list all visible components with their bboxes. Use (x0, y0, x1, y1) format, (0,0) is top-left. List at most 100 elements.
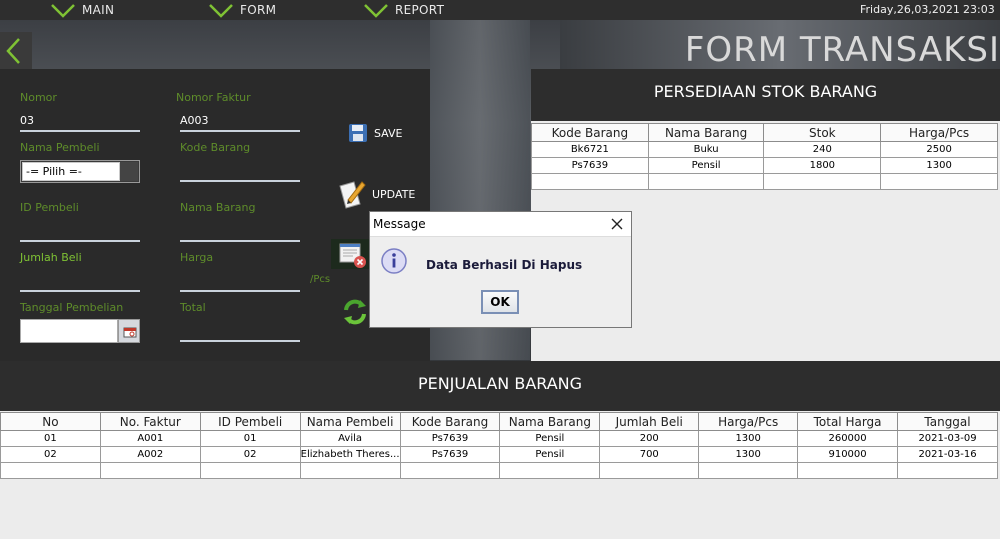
nama-pembeli-label: Nama Pembeli (20, 141, 100, 154)
top-menu-bar: MAIN FORM REPORT Friday,26,03,2021 23:03 (0, 0, 1000, 20)
table-cell (499, 462, 601, 479)
update-button[interactable]: UPDATE (336, 178, 415, 210)
close-icon[interactable] (609, 216, 625, 232)
nomor-label: Nomor (20, 91, 57, 104)
table-cell: 910000 (797, 446, 899, 463)
nama-pembeli-select[interactable]: -= Pilih =- (20, 160, 140, 183)
faktur-field[interactable]: A003 (180, 114, 209, 127)
table-cell (763, 173, 882, 190)
table-cell: Ps7639 (399, 446, 501, 463)
harga-field[interactable] (180, 290, 300, 292)
back-button[interactable] (0, 32, 32, 70)
sales-table[interactable]: No No. Faktur ID Pembeli Nama Pembeli Ko… (0, 412, 998, 479)
table-cell: Ps7639 (531, 157, 649, 174)
table-cell (299, 462, 401, 479)
table-cell: 700 (599, 446, 700, 463)
table-cell: 260000 (797, 430, 899, 447)
stock-title: PERSEDIAAN STOK BARANG (531, 69, 1000, 121)
table-row-empty[interactable] (0, 462, 998, 479)
menu-main[interactable]: MAIN (50, 0, 114, 20)
chevron-down-icon (51, 4, 75, 18)
column-header[interactable]: Kode Barang (399, 412, 501, 431)
table-cell: 1800 (763, 157, 882, 174)
column-header[interactable]: Total Harga (797, 412, 899, 431)
table-cell: 1300 (698, 446, 799, 463)
table-cell: Elizhabeth Theres... (299, 446, 401, 463)
calendar-button[interactable] (118, 319, 140, 343)
refresh-button[interactable] (340, 297, 370, 327)
table-cell: 02 (0, 446, 101, 463)
table-row[interactable]: Ps7639 Pensil 1800 1300 (531, 157, 998, 174)
chevron-down-icon (364, 4, 388, 18)
delete-button[interactable] (331, 239, 369, 271)
table-cell (880, 173, 998, 190)
message-dialog: Message Data Berhasil Di Hapus OK (369, 211, 632, 328)
total-field[interactable] (180, 340, 300, 342)
menu-main-label: MAIN (82, 3, 115, 17)
dialog-titlebar[interactable]: Message (370, 212, 631, 237)
update-label: UPDATE (372, 187, 416, 201)
column-header[interactable]: Kode Barang (531, 123, 649, 142)
menu-report-label: REPORT (395, 3, 445, 17)
nama-barang-field[interactable] (180, 240, 300, 242)
menu-form-label: FORM (240, 3, 277, 17)
save-button[interactable]: SAVE (348, 123, 402, 143)
column-header[interactable]: Nama Barang (647, 123, 765, 142)
table-cell: 1300 (698, 430, 799, 447)
column-header[interactable]: No (0, 412, 101, 431)
table-row-empty[interactable] (531, 173, 998, 190)
column-header[interactable]: Nama Barang (499, 412, 601, 431)
table-row[interactable]: 01 A001 01 Avila Ps7639 Pensil 200 1300 … (0, 430, 998, 447)
column-header[interactable]: Stok (763, 123, 882, 142)
column-header[interactable]: Tanggal (897, 412, 998, 431)
table-cell: A002 (99, 446, 201, 463)
column-header[interactable]: Harga/Pcs (880, 123, 998, 142)
pcs-suffix: /Pcs (310, 274, 331, 285)
table-cell: A001 (99, 430, 201, 447)
dropdown-arrow-icon (120, 162, 138, 181)
id-pembeli-field[interactable] (20, 240, 140, 242)
column-header[interactable]: No. Faktur (99, 412, 201, 431)
table-cell: 01 (199, 430, 301, 447)
kode-barang-label: Kode Barang (180, 141, 251, 154)
nama-barang-label: Nama Barang (180, 201, 256, 214)
column-header[interactable]: Harga/Pcs (698, 412, 799, 431)
refresh-icon (344, 299, 366, 325)
table-cell: Ps7639 (399, 430, 501, 447)
menu-report[interactable]: REPORT (363, 0, 444, 20)
column-header[interactable]: ID Pembeli (199, 412, 301, 431)
table-cell: 2500 (880, 141, 998, 158)
dialog-message: Data Berhasil Di Hapus (426, 258, 583, 272)
table-cell: Pensil (499, 430, 601, 447)
harga-label: Harga (180, 251, 214, 264)
table-cell: 2021-03-16 (897, 446, 998, 463)
tanggal-field[interactable] (20, 319, 118, 343)
jumlah-beli-field[interactable] (20, 290, 140, 292)
nomor-underline (20, 130, 140, 132)
nama-pembeli-selected: -= Pilih =- (22, 162, 120, 181)
chevron-down-icon (209, 4, 233, 18)
delete-record-icon (331, 239, 369, 269)
table-row[interactable]: Bk6721 Buku 240 2500 (531, 141, 998, 158)
stock-table[interactable]: Kode Barang Nama Barang Stok Harga/Pcs B… (531, 123, 998, 190)
save-label: SAVE (374, 126, 403, 140)
table-cell: Pensil (647, 157, 765, 174)
menu-form[interactable]: FORM (208, 0, 276, 20)
table-cell: Buku (647, 141, 765, 158)
total-label: Total (180, 301, 206, 314)
table-row[interactable]: 02 A002 02 Elizhabeth Theres... Ps7639 P… (0, 446, 998, 463)
kode-barang-field[interactable] (180, 180, 300, 182)
nomor-field[interactable]: 03 (20, 114, 34, 127)
dialog-title: Message (373, 217, 426, 231)
table-cell (897, 462, 998, 479)
column-header[interactable]: Jumlah Beli (599, 412, 700, 431)
ok-button[interactable]: OK (481, 290, 519, 314)
jumlah-beli-label: Jumlah Beli (20, 251, 82, 264)
table-cell (599, 462, 700, 479)
table-cell: 240 (763, 141, 882, 158)
table-cell: 200 (599, 430, 700, 447)
table-cell (0, 462, 101, 479)
current-time: 23:03 (963, 3, 995, 16)
chevron-left-icon (6, 38, 20, 64)
column-header[interactable]: Nama Pembeli (299, 412, 401, 431)
